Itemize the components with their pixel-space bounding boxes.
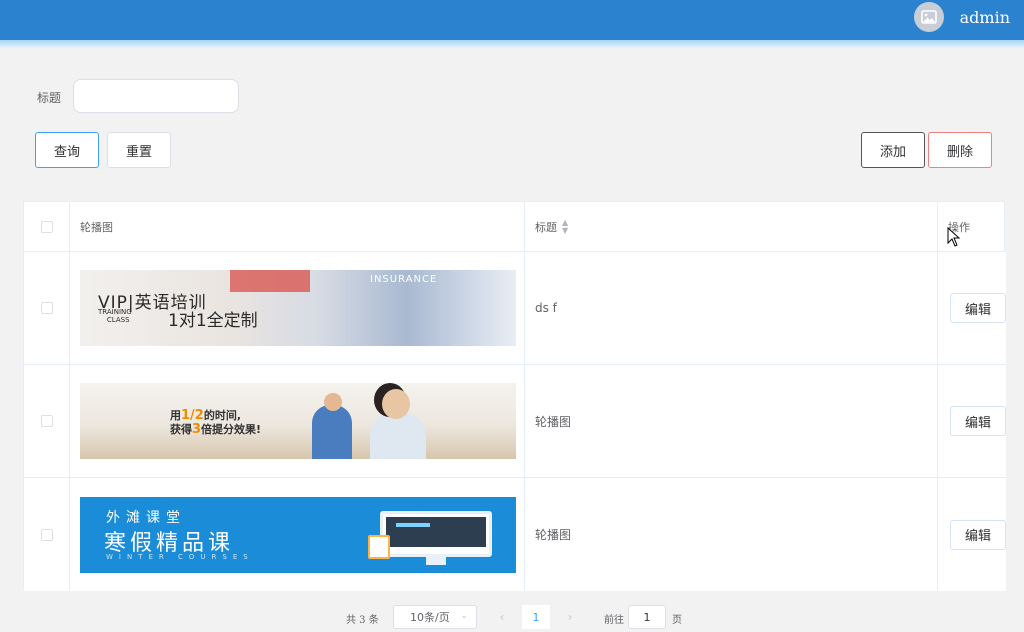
chevron-down-icon: ⌄ [460, 611, 468, 621]
prev-page-button[interactable]: ‹ [490, 605, 514, 629]
page-unit-label: 页 [672, 615, 682, 626]
page-size-value: 10条/页 [410, 611, 450, 624]
username[interactable]: admin [960, 8, 1010, 27]
student-head [382, 389, 410, 419]
header-gradient-strip [0, 40, 1024, 48]
row-op-cell: 编辑 [938, 478, 1006, 591]
column-header-banner: 轮播图 [80, 220, 113, 234]
tablet-illustration [368, 534, 390, 559]
reset-button[interactable]: 重置 [107, 132, 171, 168]
column-header-title[interactable]: 标题 [535, 219, 557, 235]
row-title: 轮播图 [535, 414, 572, 429]
banner-table: 轮播图 标题 ▲ ▼ 操作 INSURANCE VIP|英语培训 TRAINING… [23, 201, 1006, 591]
page-number-current[interactable]: 1 [522, 605, 550, 629]
top-header-bar: admin [0, 0, 1024, 40]
edit-button[interactable]: 编辑 [950, 519, 1006, 550]
main-content: 标题 查询 重置 添加 删除 轮播图 标题 ▲ ▼ 操作 INSURANCE V… [6, 48, 1018, 632]
page-size-select[interactable]: 10条/页 ⌄ [393, 605, 477, 629]
row-title-cell: 轮播图 [525, 478, 938, 591]
banner-image-study: 用1/2的时间, 获得3倍提分效果! [80, 383, 516, 459]
banner-image-winter: 外滩课堂 寒假精品课 WINTER COURSES [80, 496, 516, 573]
monitor-stand [426, 556, 446, 565]
row-checkbox[interactable] [40, 302, 53, 314]
header-banner-cell: 轮播图 [70, 202, 525, 251]
table-row: INSURANCE VIP|英语培训 TRAINING CLASS 1对1全定制… [24, 252, 1006, 365]
table-row: 外滩课堂 寒假精品课 WINTER COURSES 轮播图 编辑 [24, 478, 1006, 591]
banner-text-line1: 外滩课堂 [106, 509, 186, 526]
chevron-left-icon: ‹ [499, 610, 505, 624]
header-checkbox-cell [24, 202, 70, 251]
add-button[interactable]: 添加 [861, 132, 925, 168]
banner-text-line3: WINTER COURSES [106, 552, 254, 561]
avatar[interactable] [913, 2, 944, 32]
row-op-cell: 编辑 [938, 252, 1006, 364]
banner-decoration [230, 270, 310, 292]
pagination-total: 共 3 条 [346, 615, 379, 626]
image-icon [920, 10, 937, 24]
row-checkbox[interactable] [40, 415, 53, 427]
banner-text-tag: INSURANCE [370, 274, 438, 285]
student-figure [312, 405, 352, 459]
select-all-checkbox[interactable] [40, 220, 53, 233]
row-banner-cell: 外滩课堂 寒假精品课 WINTER COURSES [70, 478, 525, 591]
monitor-screen-bar [396, 522, 430, 527]
next-page-button[interactable]: › [558, 605, 582, 629]
title-filter-input[interactable] [73, 79, 239, 113]
row-checkbox-cell [24, 252, 70, 364]
row-checkbox[interactable] [40, 528, 53, 541]
banner-text-line3: 1对1全定制 [168, 311, 258, 331]
goto-page-input[interactable] [628, 605, 666, 629]
row-op-cell: 编辑 [938, 365, 1006, 477]
goto-label: 前往 [604, 615, 624, 626]
delete-button[interactable]: 删除 [928, 132, 992, 168]
mouse-pointer-icon [947, 227, 961, 247]
table-header-row: 轮播图 标题 ▲ ▼ 操作 [24, 202, 1006, 252]
row-title: ds f [535, 301, 557, 315]
header-title-cell[interactable]: 标题 ▲ ▼ [525, 202, 938, 251]
user-menu[interactable]: admin [913, 0, 1010, 34]
edit-button[interactable]: 编辑 [950, 406, 1006, 436]
query-button[interactable]: 查询 [35, 132, 99, 168]
row-checkbox-cell [24, 365, 70, 477]
banner-text-training: TRAINING CLASS [98, 308, 132, 324]
pagination: 共 3 条 10条/页 ⌄ ‹ 1 › 前往 页 [6, 605, 1018, 631]
monitor-screen [386, 516, 486, 547]
edit-button[interactable]: 编辑 [950, 293, 1006, 323]
row-title-cell: 轮播图 [525, 365, 938, 477]
student-head [324, 393, 342, 411]
table-row: 用1/2的时间, 获得3倍提分效果! 轮播图 编辑 [24, 365, 1006, 478]
sort-caret-icon[interactable]: ▲ ▼ [562, 218, 568, 235]
student-figure [370, 413, 426, 459]
banner-text-line2: 获得3倍提分效果! [170, 422, 262, 437]
row-title-cell: ds f [525, 252, 938, 364]
row-banner-cell: 用1/2的时间, 获得3倍提分效果! [70, 365, 525, 477]
title-filter-label: 标题 [37, 91, 62, 105]
chevron-right-icon: › [567, 610, 573, 624]
row-checkbox-cell [24, 478, 70, 591]
row-title: 轮播图 [535, 528, 572, 542]
row-banner-cell: INSURANCE VIP|英语培训 TRAINING CLASS 1对1全定制 [70, 252, 525, 364]
banner-image-english: INSURANCE VIP|英语培训 TRAINING CLASS 1对1全定制 [80, 270, 516, 346]
